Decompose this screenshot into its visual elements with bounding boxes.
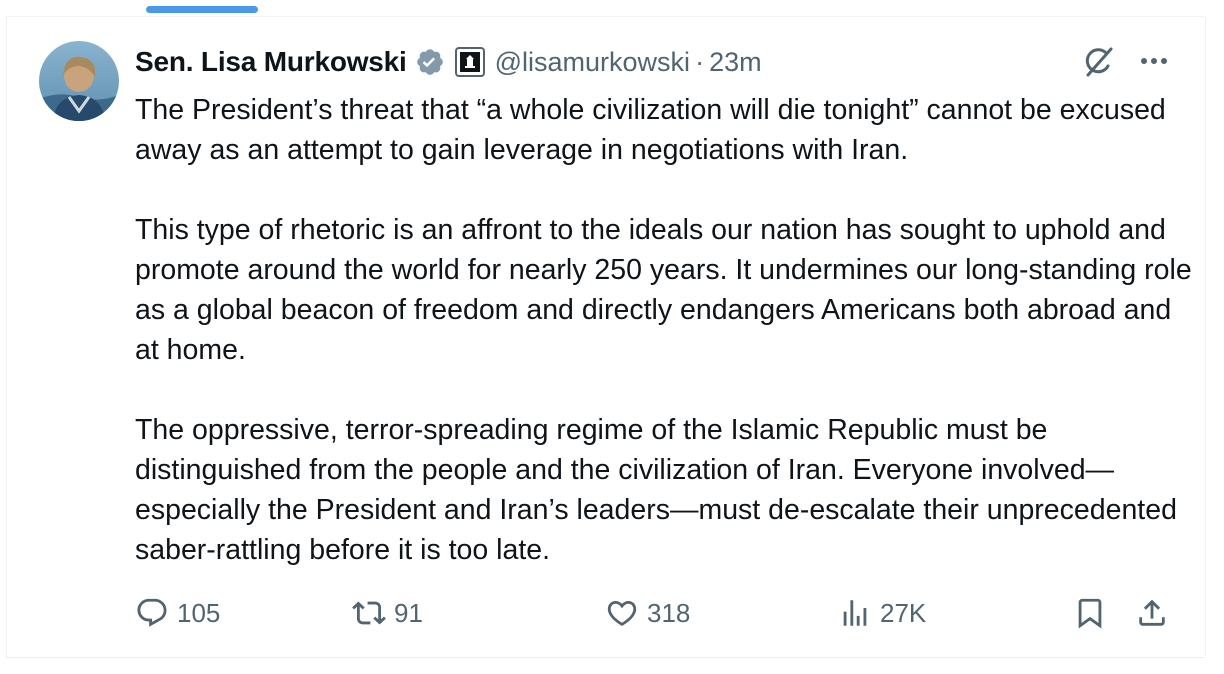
- action-bar: 105 91 318 27K: [135, 592, 1175, 634]
- government-affiliation-icon[interactable]: [454, 47, 485, 77]
- bookmark-button[interactable]: [1073, 592, 1107, 634]
- like-button[interactable]: 318: [605, 592, 690, 634]
- tweet-text: The President’s threat that “a whole civ…: [135, 90, 1195, 570]
- avatar[interactable]: [39, 41, 119, 121]
- grok-icon[interactable]: [1080, 44, 1116, 80]
- views-button[interactable]: 27K: [838, 592, 926, 634]
- views-icon: [843, 600, 867, 626]
- repost-icon: [352, 601, 386, 625]
- author-handle[interactable]: @lisamurkowski: [495, 47, 690, 78]
- reply-count: 105: [177, 597, 221, 628]
- share-icon: [1139, 599, 1165, 626]
- tweet-header: Sen. Lisa Murkowski @lisamurkowski · 23m: [135, 42, 762, 82]
- reply-button[interactable]: 105: [135, 592, 220, 634]
- reply-icon: [137, 598, 167, 627]
- like-count: 318: [647, 597, 691, 628]
- divider: [6, 657, 1204, 658]
- avatar-image: [39, 41, 119, 121]
- author-name[interactable]: Sen. Lisa Murkowski: [135, 46, 407, 78]
- repost-count: 91: [394, 597, 423, 628]
- share-button[interactable]: [1135, 592, 1169, 634]
- tweet-paragraph: This type of rhetoric is an affront to t…: [135, 214, 1192, 366]
- repost-button[interactable]: 91: [352, 592, 423, 634]
- bookmark-icon: [1078, 598, 1102, 629]
- post-timestamp[interactable]: 23m: [709, 47, 762, 78]
- like-icon: [607, 600, 637, 626]
- tweet-paragraph: The oppressive, terror-spreading regime …: [135, 414, 1177, 566]
- views-count: 27K: [880, 597, 927, 628]
- tweet-paragraph: The President’s threat that “a whole civ…: [135, 94, 1166, 166]
- more-icon[interactable]: [1136, 46, 1172, 76]
- active-tab-indicator: [146, 6, 258, 13]
- separator-dot: ·: [695, 46, 705, 77]
- verified-badge-icon[interactable]: [415, 47, 445, 77]
